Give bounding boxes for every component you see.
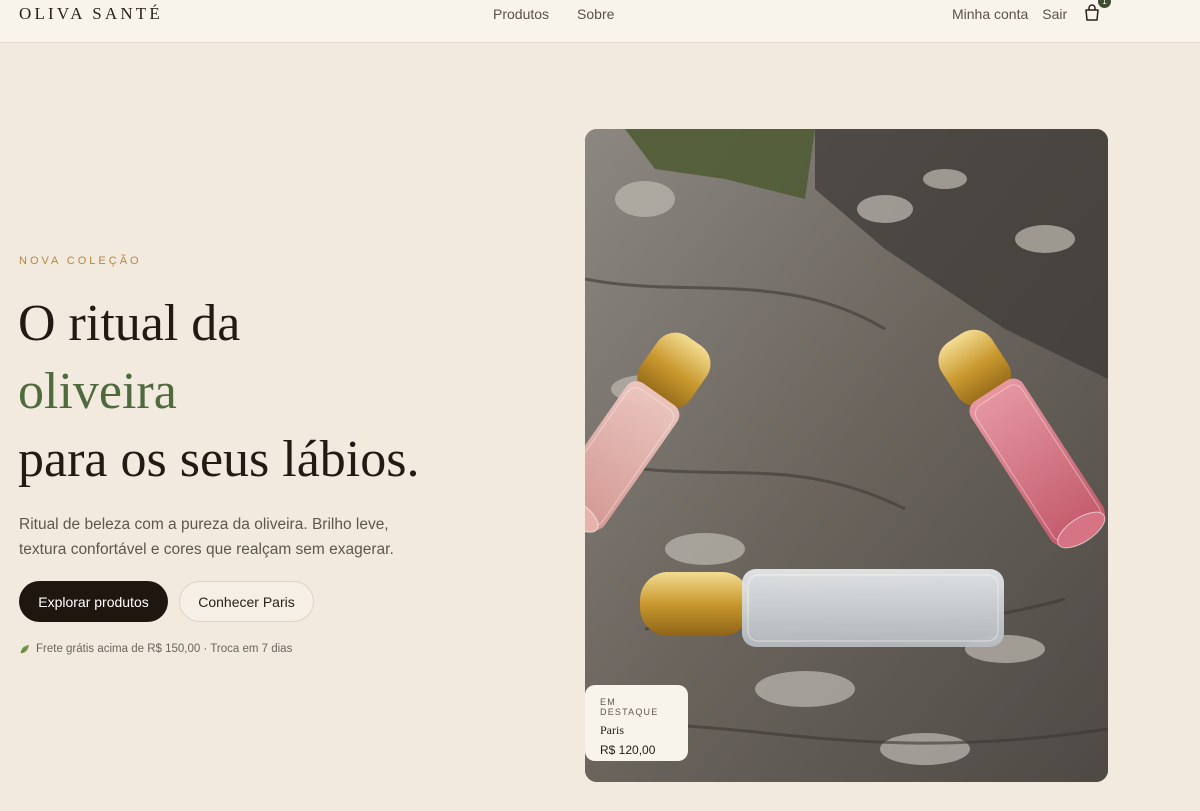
hero-lead: Ritual de beleza com a pureza da oliveir…	[19, 516, 394, 558]
brand-logo[interactable]: OLIVA SANTÉ	[19, 4, 163, 24]
main-nav: Produtos Sobre	[493, 6, 614, 22]
cart-icon[interactable]	[1083, 4, 1101, 22]
logout-link[interactable]: Sair	[1042, 6, 1067, 22]
site-header: OLIVA SANTÉ Produtos Sobre Minha conta S…	[0, 0, 1200, 43]
featured-tag: EM DESTAQUE	[600, 697, 659, 717]
featured-name: Paris	[600, 723, 624, 737]
my-account-link[interactable]: Minha conta	[952, 6, 1028, 22]
leaf-icon	[20, 644, 30, 653]
headline-line-1: O ritual da	[18, 295, 241, 352]
shipping-note-text: Frete grátis acima de R$ 150,00 · Troca …	[36, 643, 293, 655]
headline-accent: oliveira	[18, 363, 177, 420]
shipping-note: Frete grátis acima de R$ 150,00 · Troca …	[19, 643, 292, 655]
account-links: Minha conta Sair	[952, 6, 1067, 22]
cart-count-badge: 1	[1098, 0, 1111, 8]
nav-sobre[interactable]: Sobre	[577, 6, 614, 22]
headline-line-2: para os seus lábios.	[18, 431, 420, 488]
featured-product-card[interactable]: EM DESTAQUE Paris R$ 120,00	[585, 685, 688, 761]
collection-eyebrow: NOVA COLEÇÃO	[19, 255, 142, 267]
nav-produtos[interactable]: Produtos	[493, 6, 549, 22]
hero-headline: O ritual da oliveira para os seus lábios…	[18, 290, 538, 494]
meet-paris-button[interactable]: Conhecer Paris	[179, 581, 314, 622]
explore-products-button[interactable]: Explorar produtos	[19, 581, 168, 622]
featured-price: R$ 120,00	[600, 743, 656, 757]
